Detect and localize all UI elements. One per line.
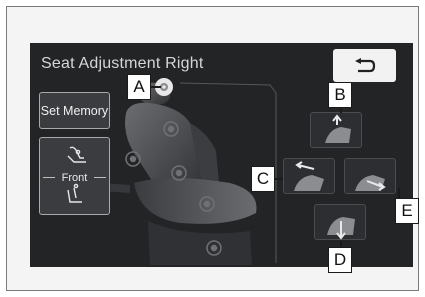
seat-tilt-up-button[interactable] [310, 112, 362, 148]
back-button[interactable] [333, 49, 396, 82]
screen-title: Seat Adjustment Right [41, 55, 204, 72]
callout-e: E [395, 198, 419, 224]
seat-lower-button[interactable] [314, 204, 366, 240]
seat-recline-back-button[interactable] [283, 158, 335, 194]
seat-recline-forward-button[interactable] [344, 158, 396, 194]
set-memory-button[interactable]: Set Memory [39, 92, 110, 129]
callout-c-leader [275, 178, 283, 180]
front-label: Front [61, 172, 88, 184]
seat-recline-forward-icon [355, 175, 386, 191]
return-arrow-icon [354, 57, 375, 72]
callout-b: B [328, 82, 352, 108]
seat-recline-back-icon [294, 161, 324, 191]
seat-tilt-up-icon [325, 114, 351, 143]
front-seat-selector[interactable]: Front [39, 137, 110, 215]
seat-adjustment-screen: Seat Adjustment Right Set Memory Front [30, 43, 413, 267]
seat-lower-icon [327, 217, 355, 240]
callout-d: D [328, 247, 352, 273]
callout-a: A [127, 74, 151, 100]
callout-c: C [251, 166, 275, 192]
callout-a-leader [151, 86, 161, 88]
